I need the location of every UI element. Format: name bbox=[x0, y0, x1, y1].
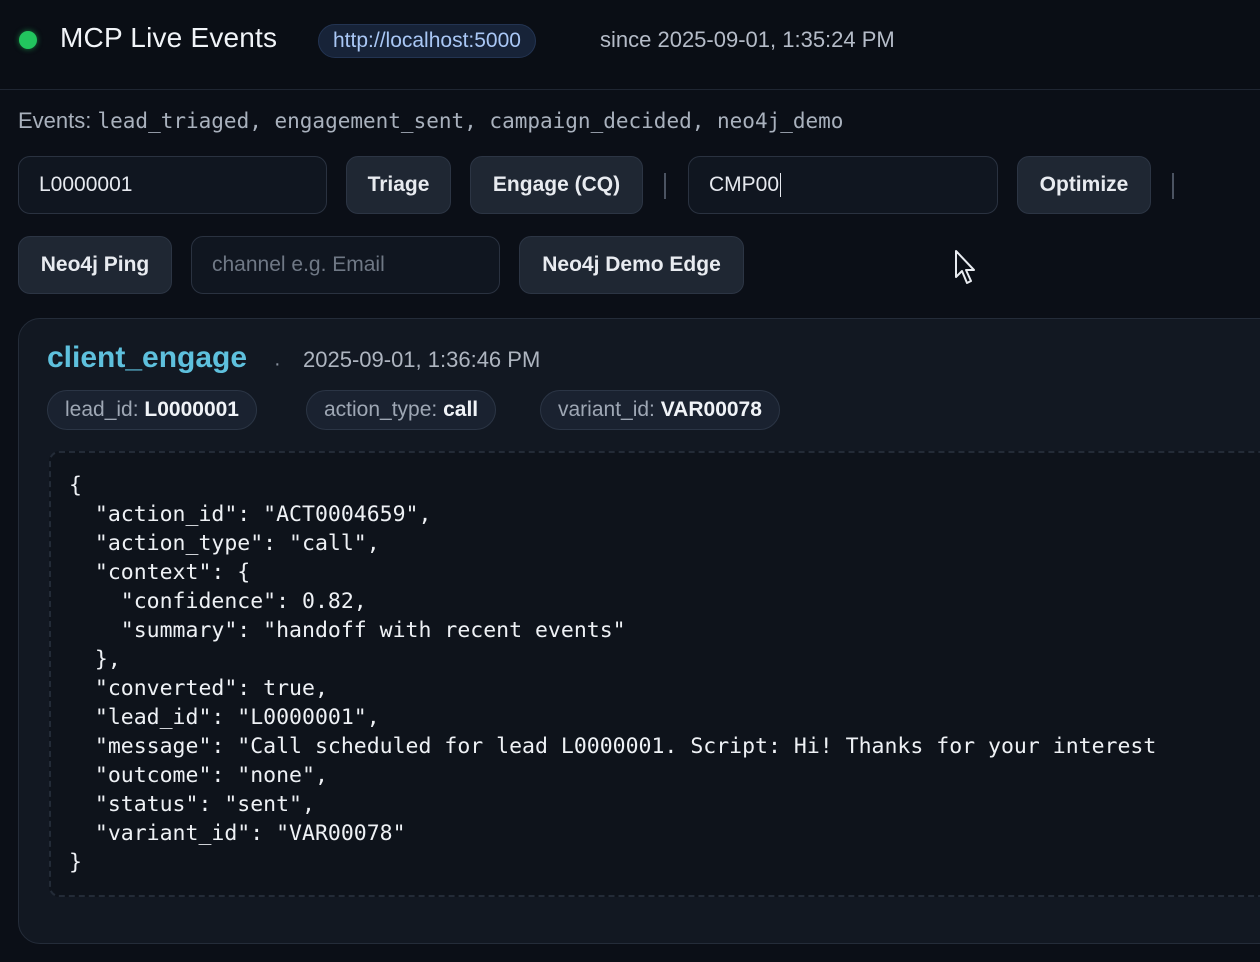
chip-key: action_type: bbox=[324, 398, 438, 421]
json-line: { bbox=[69, 473, 82, 498]
mouse-pointer-icon bbox=[955, 250, 975, 284]
events-list: lead_triaged, engagement_sent, campaign_… bbox=[97, 109, 844, 133]
optimize-button[interactable]: Optimize bbox=[1017, 156, 1151, 214]
json-line: "outcome": "none", bbox=[69, 763, 328, 788]
json-line: "summary": "handoff with recent events" bbox=[69, 618, 626, 643]
separator bbox=[1172, 173, 1174, 199]
neo4j-demo-edge-button[interactable]: Neo4j Demo Edge bbox=[519, 236, 744, 294]
text-caret bbox=[780, 173, 782, 198]
lead-id-value: L0000001 bbox=[39, 173, 133, 196]
separator bbox=[664, 173, 666, 199]
neo4j-ping-button[interactable]: Neo4j Ping bbox=[18, 236, 172, 294]
connection-status-icon bbox=[19, 31, 37, 49]
campaign-id-input[interactable]: CMP00 bbox=[688, 156, 998, 214]
subscribed-events-line: Events: lead_triaged, engagement_sent, c… bbox=[18, 108, 843, 134]
header-bar: MCP Live Events http://localhost:5000 si… bbox=[0, 0, 1260, 90]
chip-lead-id: lead_id: L0000001 bbox=[47, 390, 257, 430]
event-timestamp: 2025-09-01, 1:36:46 PM bbox=[303, 347, 541, 372]
chip-action-type: action_type: call bbox=[306, 390, 497, 430]
channel-placeholder: channel e.g. Email bbox=[212, 253, 385, 276]
json-line: "confidence": 0.82, bbox=[69, 589, 367, 614]
events-label: Events: bbox=[18, 108, 92, 133]
json-payload-text: { "action_id": "ACT0004659", "action_typ… bbox=[69, 471, 1156, 877]
json-line: "context": { bbox=[69, 560, 251, 585]
chip-value: L0000001 bbox=[144, 398, 239, 421]
json-line: } bbox=[69, 850, 82, 875]
event-card: client_engage · 2025-09-01, 1:36:46 PM l… bbox=[18, 318, 1260, 944]
chip-value: VAR00078 bbox=[660, 398, 762, 421]
chip-value: call bbox=[443, 398, 479, 421]
json-line: "converted": true, bbox=[69, 676, 328, 701]
event-name: client_engage bbox=[47, 341, 248, 374]
chip-key: lead_id: bbox=[65, 398, 139, 421]
json-line: "status": "sent", bbox=[69, 792, 315, 817]
server-url-badge[interactable]: http://localhost:5000 bbox=[318, 24, 536, 58]
json-line: "variant_id": "VAR00078" bbox=[69, 821, 406, 846]
triage-button[interactable]: Triage bbox=[346, 156, 451, 214]
lead-id-input[interactable]: L0000001 bbox=[18, 156, 327, 214]
json-line: "lead_id": "L0000001", bbox=[69, 705, 380, 730]
json-line: }, bbox=[69, 647, 121, 672]
title-separator: · bbox=[274, 353, 281, 375]
json-line: "action_type": "call", bbox=[69, 531, 380, 556]
campaign-id-value: CMP00 bbox=[709, 173, 780, 196]
app-title: MCP Live Events bbox=[60, 22, 278, 53]
engage-cq-button[interactable]: Engage (CQ) bbox=[470, 156, 643, 214]
json-payload-block: { "action_id": "ACT0004659", "action_typ… bbox=[49, 451, 1260, 897]
chip-key: variant_id: bbox=[558, 398, 655, 421]
channel-input[interactable]: channel e.g. Email bbox=[191, 236, 500, 294]
json-line: "message": "Call scheduled for lead L000… bbox=[69, 734, 1157, 759]
chip-variant-id: variant_id: VAR00078 bbox=[540, 390, 780, 430]
since-timestamp: since 2025-09-01, 1:35:24 PM bbox=[600, 27, 895, 52]
json-line: "action_id": "ACT0004659", bbox=[69, 502, 432, 527]
